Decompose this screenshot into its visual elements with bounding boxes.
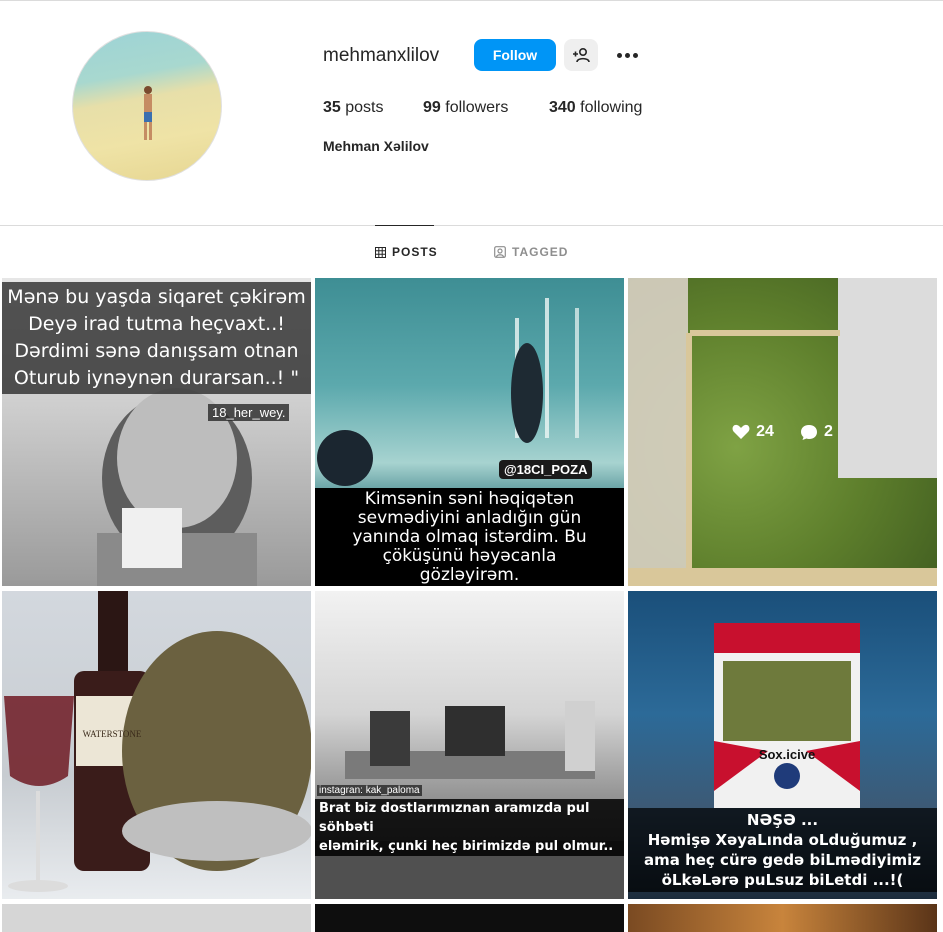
post-2-caption: Kimsənin səni həqiqətən sevmədiyini anla… [315, 488, 624, 586]
post-3-hover-stats: 24 2 [628, 278, 937, 586]
tab-posts[interactable]: POSTS [375, 245, 438, 259]
active-tab-indicator [375, 225, 434, 226]
post-6[interactable]: Sox.icive NƏŞƏ ... Həmişə XəyaLında oLdu… [628, 591, 937, 899]
post-5-caption: Brat biz dostlarımıznan aramızda pul söh… [315, 799, 624, 856]
post-1-tag: 18_her_wey. [208, 404, 290, 421]
heart-icon [732, 424, 750, 439]
post-1-caption: Mənə bu yaşda siqaret çəkirəm Deyə irad … [2, 282, 311, 394]
post-1[interactable]: Mənə bu yaşda siqaret çəkirəm Deyə irad … [2, 278, 311, 586]
profile-avatar[interactable] [72, 31, 222, 181]
more-options-button[interactable] [612, 44, 642, 66]
grid-icon [375, 246, 386, 258]
post-3[interactable]: 24 2 [628, 278, 937, 586]
post-6-caption: NƏŞƏ ... Həmişə XəyaLında oLduğumuz , am… [628, 808, 937, 892]
likes-count: 24 [732, 423, 774, 441]
avatar-person-figure [144, 86, 152, 140]
post-6-brand: Sox.icive [758, 747, 816, 762]
post-7[interactable] [2, 904, 311, 932]
post-5-credit: instagran: kak_paloma [317, 785, 422, 796]
followers-link[interactable]: 99 followers [423, 99, 508, 117]
top-border [0, 0, 943, 1]
following-link[interactable]: 340 following [549, 99, 642, 117]
tabs-divider [0, 225, 943, 226]
tag-icon [494, 246, 506, 258]
post-4-bottle-label: WATERSTONE [82, 729, 142, 739]
post-2-image [317, 298, 579, 486]
tab-tagged[interactable]: TAGGED [494, 245, 568, 259]
posts-count: 35 posts [323, 99, 384, 116]
post-4-image [4, 591, 311, 892]
profile-full-name: Mehman Xəlilov [323, 138, 429, 154]
post-2[interactable]: @18CI_POZA Kimsənin səni həqiqətən sevmə… [315, 278, 624, 586]
post-8[interactable] [315, 904, 624, 932]
post-4[interactable]: WATERSTONE [2, 591, 311, 899]
post-2-watermark: @18CI_POZA [499, 460, 593, 479]
profile-username: mehmanxlilov [323, 45, 440, 66]
comments-count: 2 [800, 423, 833, 441]
add-user-button[interactable] [564, 39, 598, 71]
post-9[interactable] [628, 904, 937, 932]
comment-icon [800, 424, 817, 440]
post-5[interactable]: instagran: kak_paloma Brat biz dostlarım… [315, 591, 624, 899]
follow-button[interactable]: Follow [474, 39, 556, 71]
more-icon [616, 52, 622, 58]
add-user-icon [573, 47, 590, 63]
